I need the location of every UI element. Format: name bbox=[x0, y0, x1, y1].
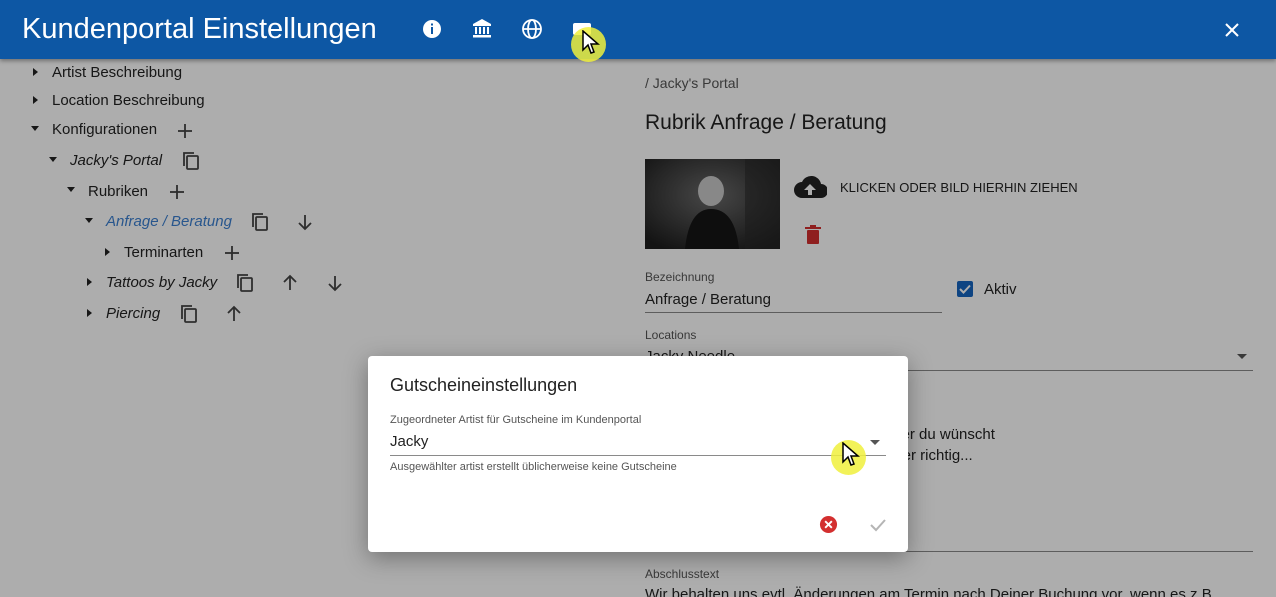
voucher-settings-dialog: Gutscheineinstellungen Zugeordneter Arti… bbox=[368, 356, 908, 552]
artist-select-underline bbox=[390, 455, 886, 456]
info-icon[interactable] bbox=[420, 17, 444, 41]
artist-select[interactable]: Jacky bbox=[390, 433, 428, 450]
cancel-button[interactable] bbox=[819, 515, 838, 539]
mouse-pointer-icon bbox=[582, 29, 601, 61]
artist-field-hint: Ausgewählter artist erstellt üblicherwei… bbox=[390, 461, 677, 473]
app-header: Kundenportal Einstellungen bbox=[0, 0, 1276, 59]
chevron-down-icon[interactable] bbox=[870, 440, 880, 445]
app-title: Kundenportal Einstellungen bbox=[22, 13, 377, 45]
artist-field-label: Zugeordneter Artist für Gutscheine im Ku… bbox=[390, 414, 642, 426]
confirm-button[interactable] bbox=[868, 515, 888, 540]
dialog-title: Gutscheineinstellungen bbox=[390, 375, 578, 395]
globe-icon[interactable] bbox=[520, 17, 544, 41]
bank-icon[interactable] bbox=[470, 17, 494, 41]
close-icon[interactable] bbox=[1220, 18, 1244, 42]
mouse-pointer-icon bbox=[842, 441, 861, 473]
